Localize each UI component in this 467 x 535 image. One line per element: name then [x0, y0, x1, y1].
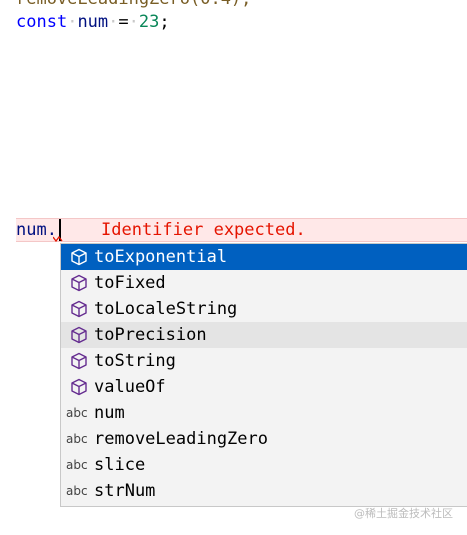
suggestion-item[interactable]: abc slice	[61, 452, 467, 478]
code-line-const: const·num·=·23;	[16, 12, 170, 32]
suggestion-label: slice	[94, 455, 146, 475]
semicolon: ;	[159, 12, 170, 32]
text-abc-icon: abc	[66, 406, 88, 420]
suggestion-item[interactable]: toString	[61, 348, 467, 374]
watermark: @稀土掘金技术社区	[354, 507, 453, 520]
text-abc-icon: abc	[66, 458, 88, 472]
code-line-top: removeLeadingZero(0.4);	[16, 0, 251, 10]
operator: =	[118, 12, 129, 32]
method-cube-icon	[66, 244, 92, 270]
text-abc-icon: abc	[66, 432, 88, 446]
suggestion-item[interactable]: toFixed	[61, 270, 467, 296]
number-literal: 23	[138, 12, 160, 32]
suggestion-item[interactable]: abc num	[61, 400, 467, 426]
suggestion-label: toFixed	[94, 273, 166, 293]
method-cube-icon	[66, 296, 92, 322]
error-message: Identifier expected.	[101, 220, 306, 240]
suggestion-widget[interactable]: toExponential toFixed toLocaleString toPrec…	[60, 243, 467, 507]
error-line-code[interactable]: num.	[16, 218, 57, 242]
suggestion-label: valueOf	[94, 377, 166, 397]
method-cube-icon	[66, 348, 92, 374]
suggestion-label: toPrecision	[94, 325, 207, 345]
suggestion-label: toLocaleString	[94, 299, 238, 319]
suggestion-item[interactable]: abc strNum	[61, 478, 467, 504]
variable-name: num	[77, 12, 109, 32]
suggestion-label: toExponential	[94, 247, 228, 267]
suggestion-label: strNum	[94, 481, 156, 501]
suggestion-label: toString	[94, 351, 176, 371]
suggestion-item[interactable]: abc removeLeadingZero	[61, 426, 467, 452]
method-cube-icon	[66, 374, 92, 400]
suggestion-item[interactable]: toPrecision	[61, 322, 467, 348]
suggestion-item[interactable]: toLocaleString	[61, 296, 467, 322]
keyword-const: const	[16, 12, 68, 32]
suggestion-label: num	[94, 403, 125, 423]
method-cube-icon	[66, 322, 92, 348]
error-squiggle-icon	[53, 236, 63, 242]
suggestion-label: removeLeadingZero	[94, 429, 268, 449]
method-cube-icon	[66, 270, 92, 296]
suggestion-item[interactable]: valueOf	[61, 374, 467, 400]
suggestion-item[interactable]: toExponential	[61, 244, 467, 270]
text-abc-icon: abc	[66, 484, 88, 498]
